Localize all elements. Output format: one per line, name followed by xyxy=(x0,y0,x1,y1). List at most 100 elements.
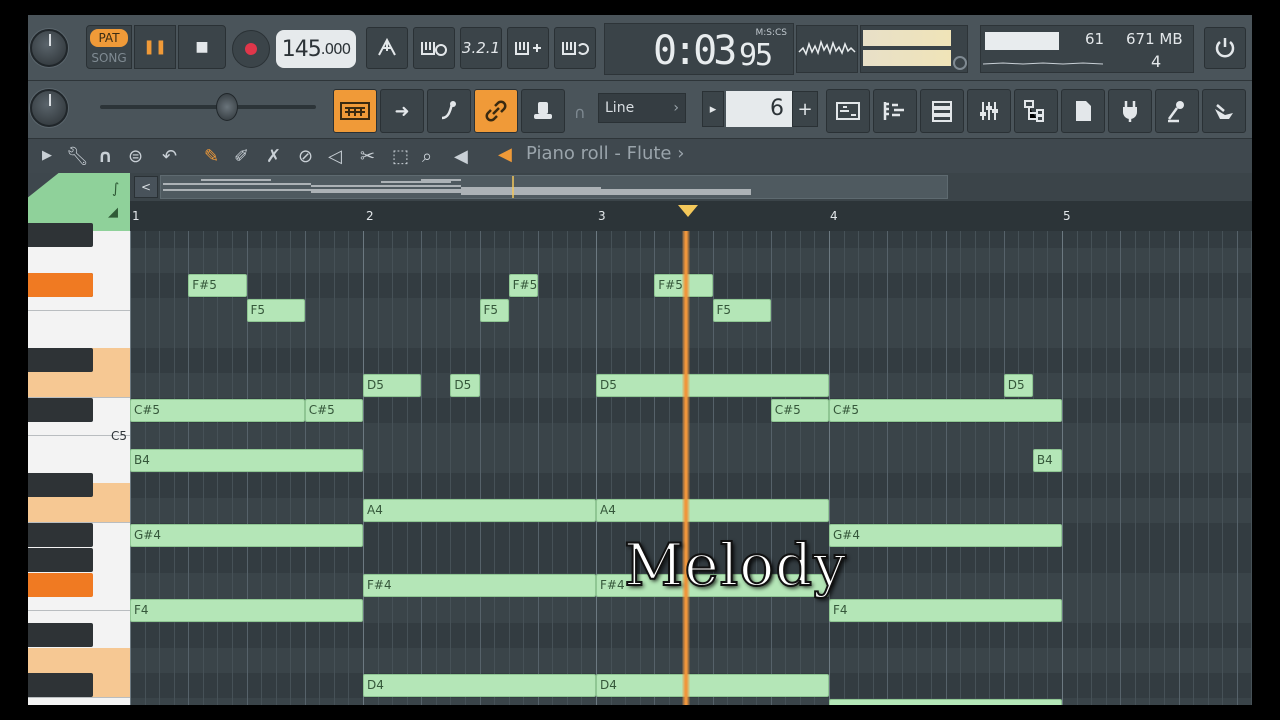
mute-tool-icon[interactable]: ⊘ xyxy=(298,146,313,167)
note[interactable]: D5 xyxy=(596,374,829,397)
note[interactable]: D5 xyxy=(363,374,422,397)
help-hand-icon[interactable] xyxy=(1202,89,1246,133)
overview-scrollbar[interactable] xyxy=(160,175,948,199)
playhead-marker[interactable] xyxy=(678,205,698,217)
grid-line xyxy=(945,231,947,705)
piano-roll-icon[interactable] xyxy=(873,89,917,133)
slide-icon[interactable] xyxy=(427,89,471,133)
note[interactable]: F#4 xyxy=(363,574,596,597)
pencil-icon[interactable]: ✎ xyxy=(204,146,219,167)
oscilloscope[interactable] xyxy=(796,25,858,73)
browser-icon[interactable] xyxy=(1014,89,1058,133)
brush-icon[interactable]: ✐ xyxy=(234,146,249,167)
master-level-handle[interactable] xyxy=(216,93,238,121)
black-key[interactable] xyxy=(28,473,93,497)
wrench-icon[interactable]: 🔧︎ xyxy=(66,146,89,167)
note[interactable]: F4 xyxy=(829,599,1062,622)
note[interactable]: G#4 xyxy=(829,524,1062,547)
play-list-icon[interactable]: ⊜ xyxy=(128,146,143,167)
overview-strip[interactable]: < xyxy=(130,173,1252,201)
black-key[interactable] xyxy=(28,398,93,422)
snap-selector[interactable]: Line xyxy=(598,93,686,123)
tempo-display[interactable]: 145.000 xyxy=(276,30,356,68)
magnet-icon[interactable]: ∩ xyxy=(98,146,113,167)
note[interactable]: C#5 xyxy=(130,399,305,422)
delete-tool-icon[interactable]: ✗ xyxy=(266,146,281,167)
speaker-icon[interactable]: ◀ xyxy=(498,144,512,165)
metronome-icon[interactable] xyxy=(366,27,408,69)
channel-rack-icon[interactable] xyxy=(920,89,964,133)
note[interactable]: A4 xyxy=(363,499,596,522)
reset-icon[interactable] xyxy=(1204,27,1246,69)
recording-icon[interactable] xyxy=(1155,89,1199,133)
piano-keyboard[interactable]: C5 C4 xyxy=(28,223,130,705)
playlist-icon[interactable] xyxy=(826,89,870,133)
note[interactable]: D5 xyxy=(1003,374,1033,397)
loop-record-icon[interactable] xyxy=(554,27,596,69)
note[interactable]: F5 xyxy=(479,299,509,322)
select-tool-icon[interactable]: ⬚ xyxy=(392,146,409,167)
note[interactable]: F4 xyxy=(130,599,363,622)
piano-roll-title[interactable]: Piano roll - Flute › xyxy=(526,143,684,164)
record-button[interactable] xyxy=(232,30,270,68)
note[interactable]: D5 xyxy=(450,374,480,397)
black-key[interactable] xyxy=(28,548,93,572)
song-mode-button[interactable]: SONG xyxy=(90,50,128,66)
black-key[interactable] xyxy=(28,223,93,247)
song-time-display[interactable]: 0:03 95 M:S:CS xyxy=(604,23,794,75)
menu-arrow-icon[interactable]: ▶ xyxy=(42,148,52,163)
note[interactable]: C#5 xyxy=(304,399,363,422)
step-edit-arrow-icon[interactable]: ➜ xyxy=(380,89,424,133)
master-volume-knob[interactable] xyxy=(30,29,68,67)
zoom-tool-icon[interactable]: ⌕ xyxy=(422,146,432,167)
note[interactable]: F#5 xyxy=(508,274,538,297)
black-key[interactable] xyxy=(28,623,93,647)
meter-toggle-icon[interactable] xyxy=(953,56,967,70)
grid-line xyxy=(581,231,583,705)
magnet-hat-icon[interactable] xyxy=(521,89,565,133)
note[interactable]: C#5 xyxy=(770,399,829,422)
grid-line xyxy=(596,231,597,705)
step-size-decrease[interactable]: ▸ xyxy=(702,91,724,127)
master-level-slider[interactable] xyxy=(100,105,316,109)
note[interactable]: F5 xyxy=(246,299,305,322)
blend-notes-icon[interactable] xyxy=(507,27,549,69)
note[interactable]: A4 xyxy=(596,499,829,522)
note[interactable]: G#4 xyxy=(130,524,363,547)
wait-for-input-icon[interactable] xyxy=(413,27,455,69)
grid-line xyxy=(887,231,889,705)
slip-tool-icon[interactable]: ✂ xyxy=(360,146,375,167)
note[interactable]: C#4 xyxy=(829,699,1062,705)
note-grid[interactable]: F#5 F5 F#5 F5 F#5 F5 D5 D5 D5 D5 C#5 C#5 C#5 C#5 B4 B4 A… xyxy=(130,231,1252,705)
cpu-memory-panel[interactable]: 61 671 MB 4 xyxy=(980,25,1194,73)
playback-tool-icon[interactable]: ◀ xyxy=(454,146,468,167)
step-size-value[interactable]: 6 xyxy=(726,91,792,127)
note[interactable]: B4 xyxy=(1032,449,1062,472)
note[interactable]: D4 xyxy=(596,674,829,697)
pat-song-switch[interactable]: PAT SONG xyxy=(86,25,132,69)
note[interactable]: D4 xyxy=(363,674,596,697)
countdown-icon[interactable]: 3.2.1 xyxy=(460,27,502,69)
black-key[interactable] xyxy=(28,348,93,372)
undo-icon[interactable]: ↶ xyxy=(162,146,177,167)
scroll-left-button[interactable]: < xyxy=(134,176,158,198)
black-key[interactable] xyxy=(28,673,93,697)
black-key-active[interactable] xyxy=(28,573,93,597)
project-info-icon[interactable] xyxy=(1061,89,1105,133)
note[interactable]: F#5 xyxy=(188,274,247,297)
typing-keyboard-icon[interactable] xyxy=(333,89,377,133)
plugin-database-icon[interactable] xyxy=(1108,89,1152,133)
pause-button[interactable]: ❚❚ xyxy=(134,25,176,69)
note[interactable]: F5 xyxy=(712,299,771,322)
black-key[interactable] xyxy=(28,523,93,547)
slice-tool-icon[interactable]: ◁ xyxy=(328,146,342,167)
note[interactable]: C#5 xyxy=(829,399,1062,422)
black-key-active[interactable] xyxy=(28,273,93,297)
note[interactable]: B4 xyxy=(130,449,363,472)
master-pitch-knob[interactable] xyxy=(30,89,68,127)
stop-button[interactable]: ■ xyxy=(178,25,226,69)
pat-mode-button[interactable]: PAT xyxy=(90,29,128,47)
link-icon[interactable] xyxy=(474,89,518,133)
step-size-increase[interactable]: + xyxy=(792,91,818,127)
mixer-icon[interactable] xyxy=(967,89,1011,133)
